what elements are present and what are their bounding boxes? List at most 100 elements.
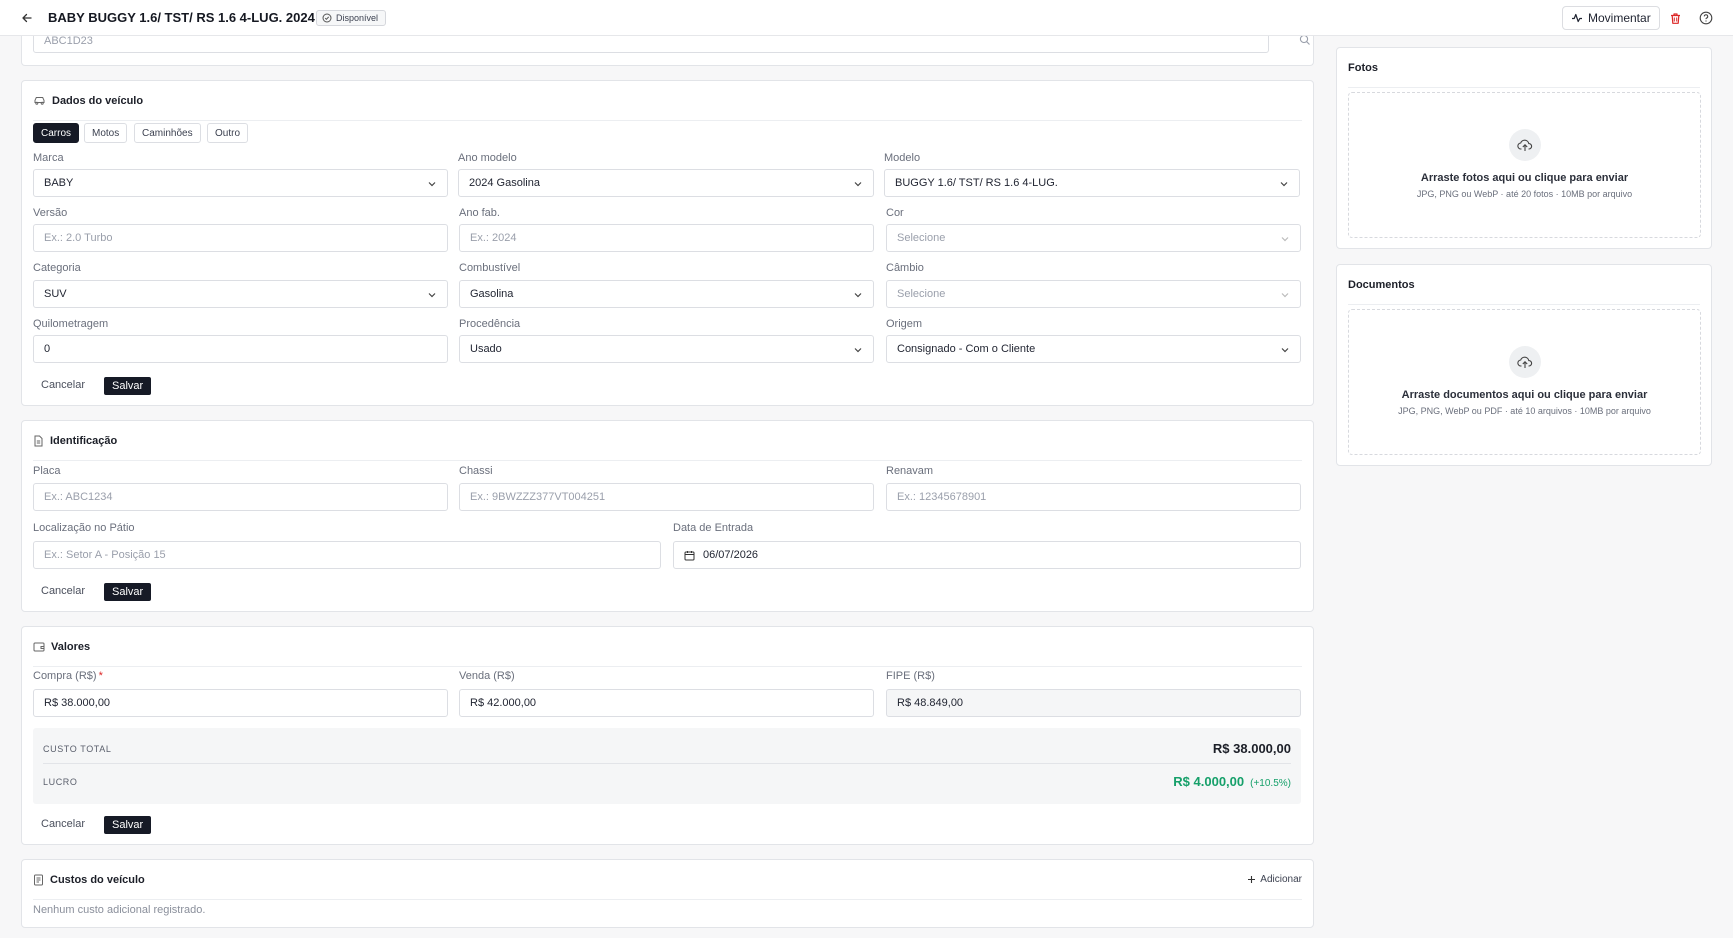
wallet-icon	[33, 642, 45, 652]
upload-cloud-icon	[1517, 139, 1533, 151]
venda-label: Venda (R$)	[459, 670, 515, 682]
photos-header: Fotos	[1348, 48, 1700, 88]
required-mark: *	[98, 670, 103, 682]
cambio-label: Câmbio	[886, 262, 924, 274]
identification-header: Identificação	[33, 421, 1302, 461]
lucro-group: R$ 4.000,00 (+10.5%)	[1173, 774, 1291, 789]
check-circle-icon	[322, 13, 332, 23]
modelo-label: Modelo	[884, 152, 921, 164]
chevron-down-icon	[428, 182, 436, 187]
modelo-select[interactable]: BUGGY 1.6/ TST/ RS 1.6 4-LUG.	[884, 169, 1300, 197]
identification-card: Identificação	[21, 420, 1314, 612]
cor-label: Cor	[886, 207, 904, 219]
photos-dropzone[interactable]: Arraste fotos aqui ou clique para enviar…	[1348, 92, 1701, 238]
placa-label: Placa	[33, 465, 61, 477]
car-icon	[34, 97, 45, 105]
modelo-value: BUGGY 1.6/ TST/ RS 1.6 4-LUG.	[895, 177, 1058, 189]
tab-caminhoes[interactable]: Caminhões	[134, 123, 201, 143]
localizacao-input[interactable]	[33, 541, 661, 569]
vehicle-data-header: Dados do veículo	[33, 81, 1302, 121]
data-entrada-label: Data de Entrada	[673, 522, 754, 534]
tab-outro[interactable]: Outro	[207, 123, 249, 143]
renavam-label: Renavam	[886, 465, 934, 477]
add-cost-button[interactable]: Adicionar	[1247, 874, 1302, 885]
cor-select[interactable]: Selecione	[886, 224, 1301, 252]
values-cancel-button[interactable]: Cancelar	[41, 818, 85, 830]
documents-drop-subtitle: JPG, PNG, WebP ou PDF · até 10 arquivos …	[1398, 406, 1651, 416]
tab-carros[interactable]: Carros	[33, 123, 80, 143]
documents-header: Documentos	[1348, 265, 1700, 305]
costs-card: Custos do veículo Adicionar Nenhum custo…	[21, 859, 1314, 928]
chevron-down-icon	[428, 293, 436, 298]
calendar-icon	[684, 550, 695, 560]
identification-cancel-button[interactable]: Cancelar	[41, 585, 85, 597]
ano-modelo-label: Ano modelo	[458, 152, 517, 164]
compra-input[interactable]	[33, 689, 448, 717]
origem-value: Consignado - Com o Cliente	[897, 343, 1036, 355]
identification-save-button[interactable]: Salvar	[104, 583, 152, 601]
origem-select[interactable]: Consignado - Com o Cliente	[886, 335, 1301, 363]
versao-input[interactable]	[33, 224, 448, 252]
photos-drop-subtitle: JPG, PNG ou WebP · até 20 fotos · 10MB p…	[1416, 189, 1633, 199]
help-button[interactable]	[1697, 9, 1715, 27]
cambio-placeholder: Selecione	[897, 288, 946, 300]
quilometragem-label: Quilometragem	[33, 318, 109, 330]
delete-button[interactable]	[1666, 9, 1684, 27]
compra-label: Compra (R$) *	[33, 670, 103, 682]
fipe-value: R$ 48.849,00	[897, 697, 964, 709]
combustivel-select[interactable]: Gasolina	[459, 280, 874, 308]
placa-input[interactable]	[33, 483, 448, 511]
documents-title: Documentos	[1348, 278, 1415, 291]
data-entrada-picker[interactable]: 06/07/2026	[673, 541, 1301, 569]
chassi-input[interactable]	[459, 483, 874, 511]
upload-icon-circle	[1509, 346, 1541, 378]
upload-cloud-icon	[1517, 356, 1533, 368]
costs-title: Custos do veículo	[50, 873, 145, 886]
receipt-icon	[34, 874, 43, 885]
activity-icon	[1572, 13, 1582, 23]
categoria-value: SUV	[44, 288, 67, 300]
back-button[interactable]	[18, 9, 36, 27]
cambio-select[interactable]: Selecione	[886, 280, 1301, 308]
marca-select[interactable]: BABY	[33, 169, 448, 197]
trash-icon	[1670, 12, 1680, 24]
ano-fab-input[interactable]	[459, 224, 874, 252]
vehicle-cancel-button[interactable]: Cancelar	[41, 379, 85, 391]
lucro-percent: (+10.5%)	[1250, 778, 1291, 789]
ano-modelo-select[interactable]: 2024 Gasolina	[458, 169, 874, 197]
lucro-value: R$ 4.000,00	[1173, 774, 1245, 789]
combustivel-label: Combustível	[459, 262, 521, 274]
procedencia-value: Usado	[470, 343, 502, 355]
values-save-button[interactable]: Salvar	[104, 816, 152, 834]
chevron-down-icon	[854, 293, 862, 298]
custo-total-label: CUSTO TOTAL	[43, 744, 112, 754]
move-button-label: Movimentar	[1588, 11, 1651, 25]
vehicle-save-button[interactable]: Salvar	[104, 377, 152, 395]
top-bar: BABY BUGGY 1.6/ TST/ RS 1.6 4-LUG. 2024 …	[0, 0, 1733, 36]
file-icon	[34, 435, 43, 446]
summary-divider	[43, 763, 1291, 764]
documents-dropzone[interactable]: Arraste documentos aqui ou clique para e…	[1348, 309, 1701, 455]
move-button[interactable]: Movimentar	[1562, 6, 1660, 30]
data-entrada-value: 06/07/2026	[703, 549, 759, 561]
tab-motos[interactable]: Motos	[84, 123, 128, 143]
status-badge: Disponível	[316, 10, 387, 26]
identification-title: Identificação	[50, 434, 118, 447]
categoria-select[interactable]: SUV	[33, 280, 448, 308]
versao-label: Versão	[33, 207, 68, 219]
documents-drop-title: Arraste documentos aqui ou clique para e…	[1401, 389, 1648, 401]
quilometragem-input[interactable]	[33, 335, 448, 363]
combustivel-value: Gasolina	[470, 288, 514, 300]
page-title: BABY BUGGY 1.6/ TST/ RS 1.6 4-LUG. 2024	[48, 10, 315, 25]
search-button[interactable]	[1299, 34, 1311, 49]
venda-input[interactable]	[459, 689, 874, 717]
procedencia-select[interactable]: Usado	[459, 335, 874, 363]
cor-placeholder: Selecione	[897, 232, 946, 244]
procedencia-label: Procedência	[459, 318, 521, 330]
chevron-down-icon	[1280, 182, 1288, 187]
chevron-down-icon	[1281, 293, 1289, 298]
chevron-down-icon	[854, 348, 862, 353]
renavam-input[interactable]	[886, 483, 1301, 511]
chevron-down-icon	[854, 182, 862, 187]
help-circle-icon	[1699, 11, 1713, 25]
